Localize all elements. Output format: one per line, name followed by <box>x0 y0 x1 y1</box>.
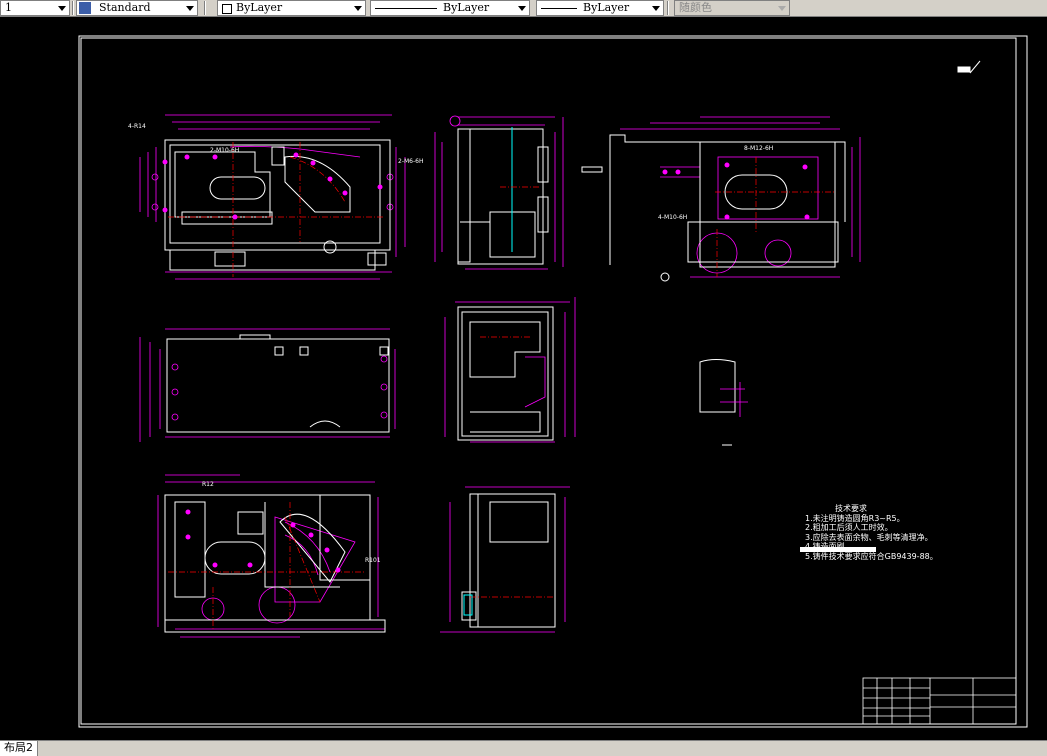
plotstyle-dropdown: 随颜色 <box>674 0 790 16</box>
title-block <box>862 677 1017 725</box>
drawing-svg: 4-R14 2-M10-6H 2-M6-6H 8-M12-6H 4-M10-6H… <box>78 35 1028 728</box>
lineweight-dropdown[interactable]: ByLayer <box>536 0 664 16</box>
note-line: 5.铸件技术要求应符合GB9439-88。 <box>805 551 938 561</box>
notes-title: 技术要求 <box>835 504 867 513</box>
view-middle-section <box>444 297 576 443</box>
view-top-plan: 4-R14 2-M10-6H 2-M6-6H <box>128 114 423 280</box>
chevron-down-icon <box>652 6 660 11</box>
chevron-down-icon <box>186 6 194 11</box>
holes-right-a-label: 8-M12-6H <box>744 145 773 152</box>
fillet-label: 4-R14 <box>128 123 146 130</box>
note-line: 2.粗加工后须人工时效。 <box>805 523 893 532</box>
holes-top-a-label: 2-M10-6H <box>210 147 239 154</box>
holes-right-b-label: 4-M10-6H <box>658 214 687 221</box>
view-lower-middle-section <box>440 486 570 633</box>
linetype-value: ByLayer <box>443 1 490 14</box>
view-front-section <box>434 115 564 270</box>
drawing-canvas[interactable]: 4-R14 2-M10-6H 2-M6-6H 8-M12-6H 4-M10-6H… <box>0 17 1047 740</box>
chevron-down-icon <box>58 6 66 11</box>
layer-value: 1 <box>5 1 12 14</box>
holes-top-b-label: 2-M6-6H <box>398 158 423 165</box>
plotstyle-value: 随颜色 <box>679 1 712 14</box>
layer-dropdown[interactable]: 1 <box>0 0 70 16</box>
color-swatch-icon <box>222 4 232 14</box>
view-bottom-plan <box>139 328 396 442</box>
view-detail <box>699 359 748 446</box>
tab-layout2[interactable]: 布局2 <box>0 741 38 756</box>
layout-tabs-bar: 布局2 <box>0 740 1047 756</box>
note-line: 1.未注明铸造圆角R3~R5。 <box>805 513 905 523</box>
toolbar-separator <box>72 1 74 15</box>
text-style-icon <box>79 2 91 14</box>
line-sample-icon <box>375 8 437 9</box>
note-line: 3.应除去表面余物、毛刺等清理净。 <box>805 532 933 542</box>
radius-d-label: R101 <box>365 557 381 564</box>
radius-c-label: R12 <box>202 481 214 488</box>
roughness-symbol <box>957 60 981 74</box>
line-sample-icon <box>541 8 577 9</box>
chevron-down-icon <box>778 6 786 11</box>
text-style-value: Standard <box>99 1 151 14</box>
chevron-down-icon <box>354 6 362 11</box>
properties-toolbar: 1 Standard ByLayer ByLayer ByLayer 随颜色 <box>0 0 1047 17</box>
color-dropdown[interactable]: ByLayer <box>217 0 366 16</box>
note-line: 4.铸造面刷 <box>805 542 845 551</box>
chevron-down-icon <box>518 6 526 11</box>
toolbar-separator <box>667 1 669 15</box>
text-style-dropdown[interactable]: Standard <box>76 0 198 16</box>
lineweight-value: ByLayer <box>583 1 630 14</box>
technical-notes: 技术要求 1.未注明铸造圆角R3~R5。 2.粗加工后须人工时效。 3.应除去表… <box>805 504 938 561</box>
color-value: ByLayer <box>236 1 283 14</box>
view-side-section: 8-M12-6H 4-M10-6H <box>581 116 861 282</box>
toolbar-separator <box>204 1 206 15</box>
view-lower-section: R12 R101 <box>157 474 386 638</box>
linetype-dropdown[interactable]: ByLayer <box>370 0 530 16</box>
